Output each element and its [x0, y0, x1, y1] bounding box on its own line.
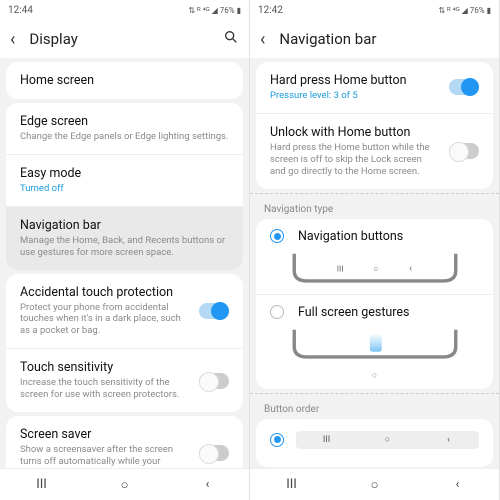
- back-icon[interactable]: ‹: [10, 29, 15, 50]
- recents-button[interactable]: III: [272, 477, 312, 492]
- row-hard-press-home[interactable]: Hard press Home button Pressure level: 3…: [256, 62, 493, 113]
- row-easy-mode[interactable]: Easy mode Turned off: [6, 154, 243, 206]
- clock: 12:42: [258, 5, 283, 16]
- search-icon[interactable]: [223, 29, 239, 49]
- toggle-hard-press-home[interactable]: [449, 79, 479, 95]
- section-button-order: Button order: [250, 393, 499, 417]
- settings-list[interactable]: Hard press Home button Pressure level: 3…: [250, 58, 499, 468]
- svg-text:III: III: [336, 264, 343, 274]
- back-button[interactable]: ‹: [188, 477, 228, 492]
- toggle-accidental-touch[interactable]: [199, 303, 229, 319]
- home-button[interactable]: ○: [355, 477, 395, 493]
- status-bar: 12:42 ⇅ ᴿ ⁴ᴳ ◢ 76% ▮: [250, 0, 499, 20]
- option-navigation-buttons[interactable]: Navigation buttons: [256, 219, 493, 248]
- settings-list[interactable]: Home screen Edge screen Change the Edge …: [0, 58, 249, 468]
- clock: 12:44: [8, 5, 33, 16]
- row-touch-sensitivity[interactable]: Touch sensitivity Increase the touch sen…: [6, 348, 243, 412]
- status-bar: 12:44 ⇅ ᴿ ⁴ᴳ ◢ 76% ▮: [0, 0, 249, 20]
- app-bar: ‹ Navigation bar: [250, 20, 499, 58]
- row-screen-saver[interactable]: Screen saver Show a screensaver after th…: [6, 416, 243, 468]
- row-navigation-bar[interactable]: Navigation bar Manage the Home, Back, an…: [6, 206, 243, 270]
- gesture-home-hint: ○: [256, 370, 493, 389]
- toggle-unlock-home[interactable]: [449, 143, 479, 159]
- display-settings-screen: 12:44 ⇅ ᴿ ⁴ᴳ ◢ 76% ▮ ‹ Display Home scre…: [0, 0, 250, 500]
- svg-text:○: ○: [373, 264, 378, 274]
- row-home-screen[interactable]: Home screen: [6, 62, 243, 99]
- preview-navigation-buttons: III ○ ‹: [270, 252, 479, 286]
- button-order-option-1[interactable]: III ○ ‹: [270, 431, 479, 449]
- page-title: Display: [29, 30, 77, 48]
- app-bar: ‹ Display: [0, 20, 249, 58]
- system-nav-bar: III ○ ‹: [0, 468, 249, 500]
- svg-text:‹: ‹: [409, 263, 412, 274]
- toggle-screen-saver[interactable]: [199, 445, 229, 461]
- back-button[interactable]: ‹: [438, 477, 478, 492]
- status-icons: ⇅ ᴿ ⁴ᴳ ◢ 76% ▮: [438, 6, 491, 15]
- back-icon[interactable]: ‹: [260, 29, 265, 50]
- recents-button[interactable]: III: [22, 477, 62, 492]
- row-accidental-touch[interactable]: Accidental touch protection Protect your…: [6, 274, 243, 349]
- section-navigation-type: Navigation type: [250, 193, 499, 217]
- radio-icon: [270, 433, 284, 447]
- system-nav-bar: III ○ ‹: [250, 468, 499, 500]
- preview-full-screen-gestures: [270, 328, 479, 362]
- option-full-screen-gestures[interactable]: Full screen gestures: [256, 294, 493, 324]
- page-title: Navigation bar: [279, 30, 376, 48]
- row-edge-screen[interactable]: Edge screen Change the Edge panels or Ed…: [6, 103, 243, 154]
- radio-icon: [270, 229, 284, 243]
- status-icons: ⇅ ᴿ ⁴ᴳ ◢ 76% ▮: [188, 6, 241, 15]
- navigation-bar-settings-screen: 12:42 ⇅ ᴿ ⁴ᴳ ◢ 76% ▮ ‹ Navigation bar Ha…: [250, 0, 500, 500]
- toggle-touch-sensitivity[interactable]: [199, 373, 229, 389]
- radio-icon: [270, 305, 284, 319]
- home-button[interactable]: ○: [105, 477, 145, 493]
- order-preview-box: III ○ ‹: [296, 431, 479, 449]
- row-unlock-home[interactable]: Unlock with Home button Hard press the H…: [256, 113, 493, 189]
